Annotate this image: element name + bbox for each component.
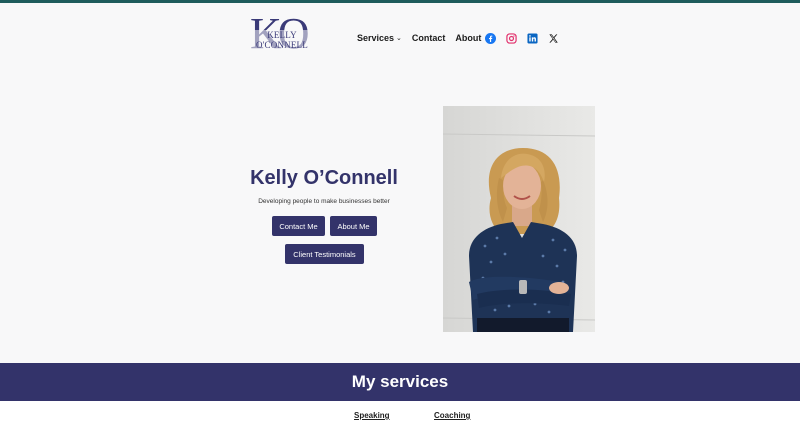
nav-item-label: Contact [411,33,446,43]
logo-name: KELLY O'CONNELL [244,30,320,50]
coaching-link[interactable]: Coaching [434,411,470,420]
chevron-down-icon: ⌄ [396,35,402,42]
hero-subtitle: Developing people to make businesses bet… [258,198,390,205]
social-links [485,33,569,44]
instagram-icon[interactable] [506,33,517,44]
services-links: Speaking Coaching [0,401,800,432]
services-heading: My services [351,372,449,391]
client-testimonials-button[interactable]: Client Testimonials [285,244,364,264]
portrait-photo [443,106,595,332]
nav-item-about[interactable]: About [455,33,481,43]
x-icon[interactable] [548,33,559,44]
top-accent-line [0,0,800,3]
facebook-icon[interactable] [485,33,496,44]
speaking-link[interactable]: Speaking [354,411,390,420]
linkedin-icon[interactable] [527,33,538,44]
nav-item-services[interactable]: Services ⌄ [357,33,402,43]
nav-item-contact[interactable]: Contact [412,33,446,43]
main-nav: Services ⌄ Contact About [357,33,491,43]
contact-me-button[interactable]: Contact Me [272,216,325,236]
hero-title: Kelly O’Connell [250,167,398,189]
site-logo[interactable]: KO KELLY O'CONNELL [244,10,320,62]
services-banner: My services [0,363,800,401]
nav-item-label: Services [357,33,395,43]
nav-item-label: About [455,33,482,43]
about-me-button[interactable]: About Me [330,216,377,236]
